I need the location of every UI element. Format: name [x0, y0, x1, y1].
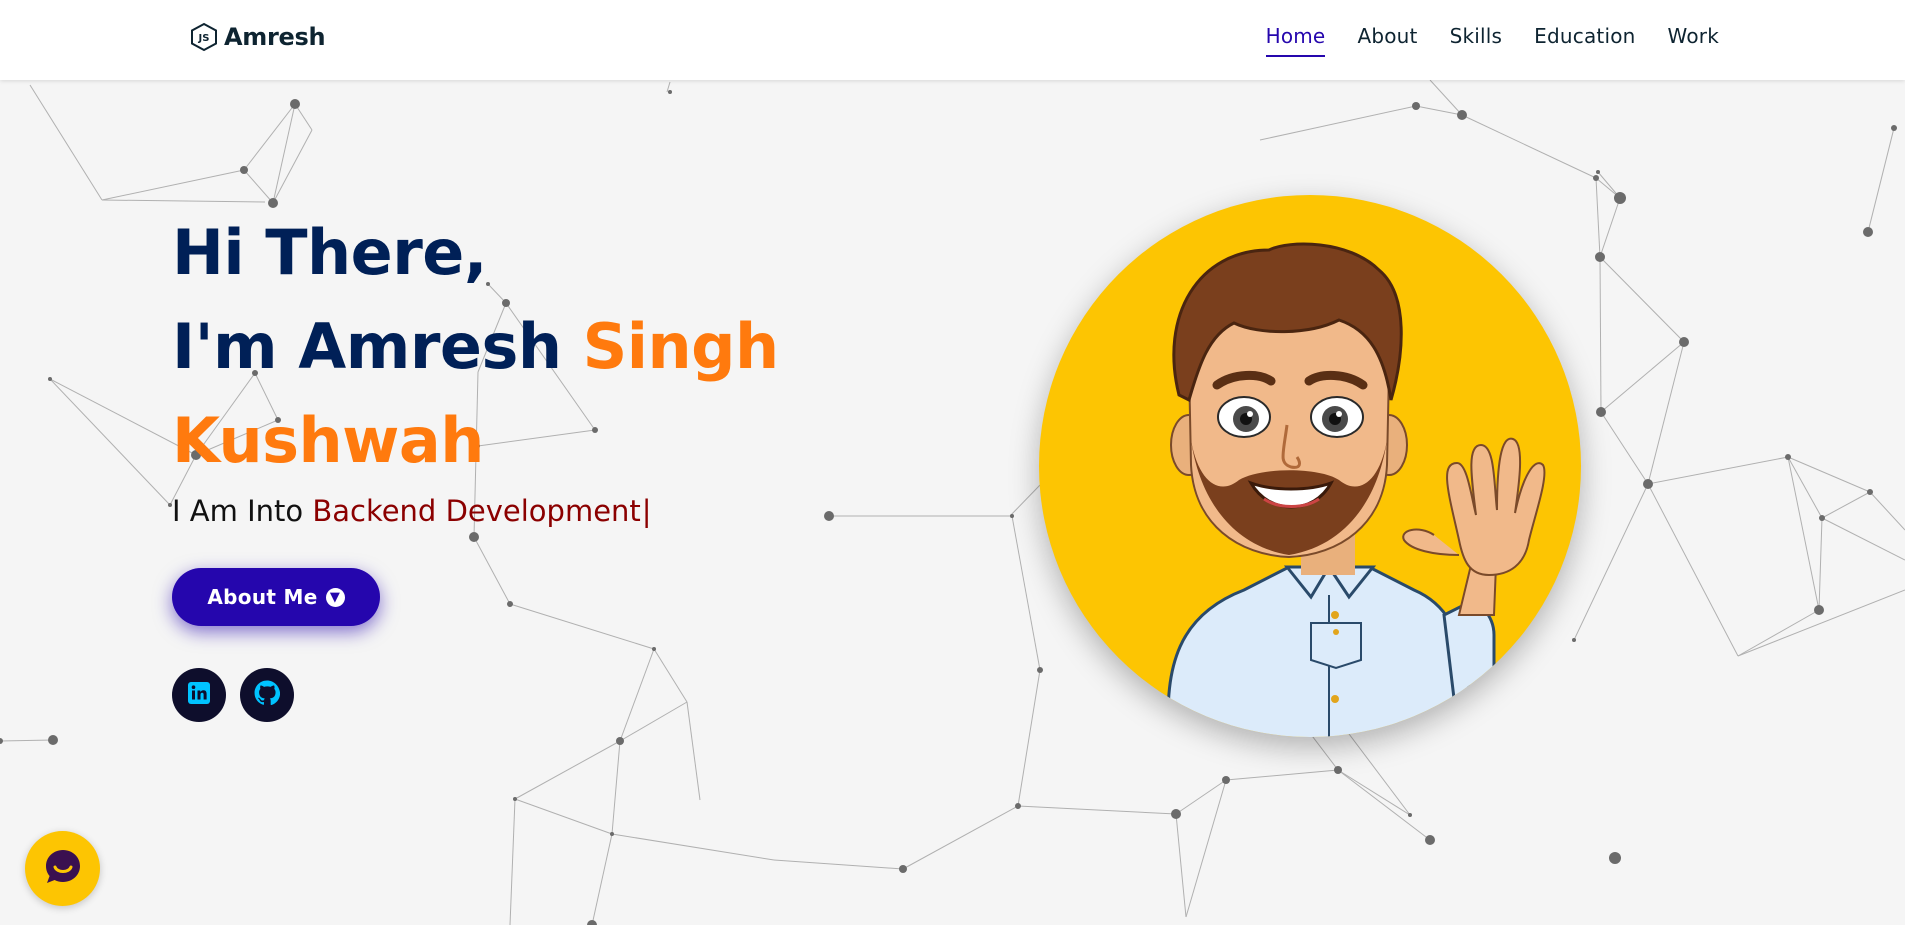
linkedin-icon: [187, 681, 211, 709]
nodejs-hexagon-icon: JS: [190, 22, 218, 52]
typing-cursor: |: [641, 494, 652, 528]
typing-text: Backend Development: [312, 494, 641, 528]
hero-name-highlight-last: Kushwah: [172, 404, 484, 477]
hero-greeting: Hi There,: [172, 216, 487, 289]
hero-name-prefix: I'm Amresh: [172, 310, 562, 383]
nav-link-work[interactable]: Work: [1668, 24, 1719, 57]
about-me-button[interactable]: About Me ▼: [172, 568, 380, 626]
nav-link-skills[interactable]: Skills: [1450, 24, 1503, 57]
linkedin-link[interactable]: [172, 668, 226, 722]
chat-bubble-icon: [42, 846, 84, 892]
github-link[interactable]: [240, 668, 294, 722]
typing-prefix: I Am Into: [172, 494, 304, 528]
hero-name-highlight-first: Singh: [582, 310, 780, 383]
about-me-label: About Me: [207, 585, 318, 609]
bitmoji-waving-avatar: [1166, 242, 1546, 737]
typing-tagline: I Am Into Backend Development|: [172, 494, 779, 528]
chat-widget-button[interactable]: [25, 831, 100, 906]
main-nav: Home About Skills Education Work: [1265, 24, 1719, 57]
social-links: [172, 668, 294, 722]
nav-link-about[interactable]: About: [1357, 24, 1417, 57]
brand-logo[interactable]: JS Amresh: [190, 22, 326, 52]
arrow-down-circle-icon: ▼: [325, 587, 345, 607]
nav-link-education[interactable]: Education: [1534, 24, 1635, 57]
navbar: JS Amresh Home About Skills Education Wo…: [0, 0, 1905, 80]
hero-heading: Hi There, I'm Amresh Singh Kushwah: [172, 206, 779, 488]
github-icon: [254, 680, 281, 710]
profile-avatar: [1039, 195, 1581, 737]
hero-intro: Hi There, I'm Amresh Singh Kushwah I Am …: [172, 206, 779, 528]
svg-text:JS: JS: [198, 33, 210, 44]
nav-link-home[interactable]: Home: [1265, 24, 1326, 57]
brand-name: Amresh: [224, 23, 326, 51]
